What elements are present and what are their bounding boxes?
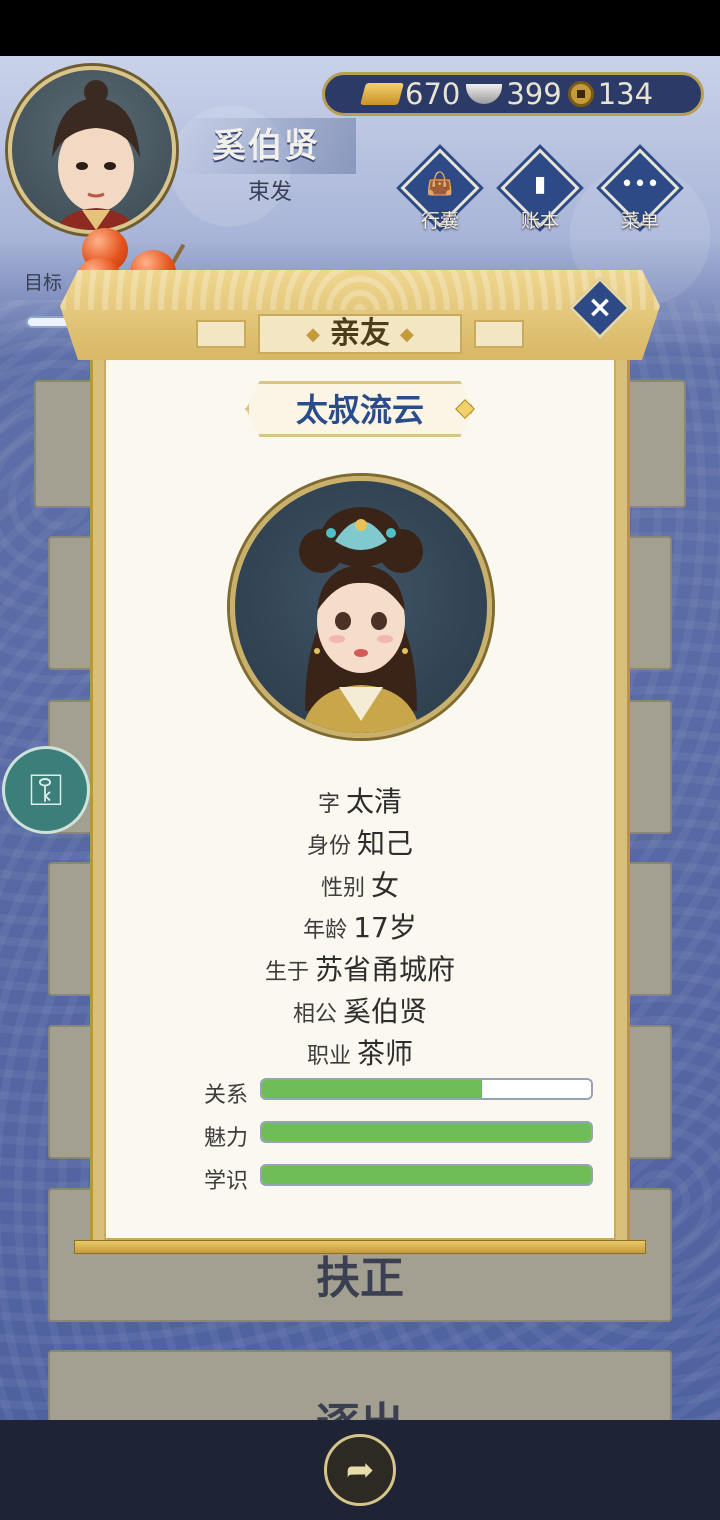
info-value: 茶师	[357, 1037, 414, 1070]
info-value: 苏省甬城府	[315, 953, 456, 986]
modal-title: ◆ 亲友 ◆	[258, 314, 462, 354]
modal-bottom-rod	[74, 1240, 646, 1254]
knowledge-bar	[260, 1164, 593, 1186]
stat-label-charm: 魅力	[204, 1126, 249, 1151]
menu-button[interactable]: ••• 菜单	[600, 148, 680, 232]
info-row-gender: 性别女	[104, 864, 616, 904]
info-row-husband: 相公 奚伯贤	[104, 990, 616, 1030]
silver-currency: 399	[466, 77, 562, 111]
info-label: 字	[317, 792, 340, 817]
player-avatar[interactable]	[8, 66, 176, 234]
key-lock-icon[interactable]: ⚿	[2, 746, 90, 834]
info-row-age: 年龄 17岁	[104, 906, 616, 946]
stat-label-knowledge: 学识	[204, 1169, 249, 1194]
info-label: 身份	[306, 834, 351, 859]
character-portrait-art	[299, 507, 423, 733]
stat-label-relationship: 关系	[204, 1083, 249, 1108]
header-right-tab	[474, 320, 524, 348]
info-value: 女	[371, 869, 400, 902]
info-row-birthplace: 生于 苏省甬城府	[104, 948, 616, 988]
info-value: 知己	[357, 827, 414, 860]
menu-label: 菜单	[620, 210, 659, 232]
relationship-bar-fill	[262, 1080, 483, 1098]
character-portrait	[230, 476, 492, 738]
info-label: 性别	[320, 876, 365, 901]
info-value: 太清	[346, 785, 403, 818]
player-portrait	[52, 80, 140, 230]
bag-button[interactable]: 👜 行囊	[400, 148, 480, 232]
info-row-occupation: 职业 茶师	[104, 1032, 616, 1072]
knowledge-bar-fill	[262, 1166, 591, 1184]
ledger-label: 账本	[520, 210, 559, 232]
charm-bar	[260, 1121, 593, 1143]
gold-ingot-icon	[360, 83, 404, 105]
share-arrow-icon[interactable]: ➦	[324, 1434, 396, 1506]
ledger-icon: ▮	[533, 172, 547, 197]
currency-bar: 670 399 134	[322, 72, 704, 116]
bag-label: 行囊	[420, 210, 459, 232]
header-left-tab	[196, 320, 246, 348]
coin-currency: 134	[567, 77, 654, 111]
title-dot-right: ◆	[400, 324, 414, 345]
title-dot-left: ◆	[306, 324, 320, 345]
charm-bar-fill	[262, 1123, 591, 1141]
info-value: 17岁	[353, 911, 417, 944]
player-name: 奚伯贤	[176, 118, 356, 174]
ledger-button[interactable]: ▮ 账本	[500, 148, 580, 232]
bag-icon: 👜	[426, 172, 454, 197]
player-hairstyle: 束发	[247, 180, 292, 205]
info-row-identity: 身份 知己	[104, 822, 616, 862]
character-name: 太叔流云	[246, 381, 474, 437]
info-label: 相公	[292, 1002, 337, 1027]
more-dots-icon: •••	[620, 172, 660, 197]
info-value: 奚伯贤	[343, 995, 428, 1028]
copper-coin-icon	[567, 81, 594, 107]
modal-title-text: 亲友	[330, 316, 390, 351]
silver-ingot-icon	[466, 84, 503, 104]
gold-currency: 670	[360, 77, 461, 111]
info-label: 生于	[264, 960, 309, 985]
status-bar	[0, 0, 720, 56]
info-row-courtesy-name: 字太清	[104, 780, 616, 820]
coin-amount: 134	[597, 77, 654, 111]
relationship-bar	[260, 1078, 593, 1100]
info-label: 年龄	[303, 918, 348, 943]
close-icon[interactable]: ×	[578, 286, 622, 330]
info-label: 职业	[306, 1044, 351, 1069]
gold-amount: 670	[405, 77, 461, 111]
silver-amount: 399	[506, 77, 562, 111]
